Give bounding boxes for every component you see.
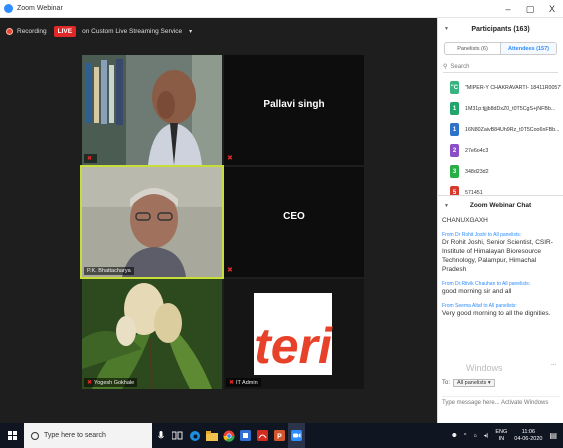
people-icon[interactable]: ⚉ [452,433,457,439]
to-label: To: [442,380,451,386]
system-tray: ⚉ ^ ⌂ ◂) ENG IN 11:06 04-06-2020 ▤ [452,423,563,448]
volume-icon[interactable]: ◂) [484,433,489,439]
microphone-icon[interactable] [152,423,169,448]
acrobat-icon[interactable] [254,423,271,448]
window-title: Zoom Webinar [17,5,63,12]
chevron-down-icon[interactable]: ▼ [444,203,449,209]
chat-message: From Dr.Ritvik Chauhan to All panelists:… [442,281,559,296]
attendee-row[interactable]: 5 571451 [438,182,563,195]
video-tile-active-speaker[interactable]: P.K. Bhattacharya [80,165,224,279]
avatar: 2 [450,144,459,157]
attendee-row[interactable]: 3 348d23d2 [438,161,563,182]
chat-message: From Dr Rohit Joshi to All panelists: Dr… [442,232,559,274]
chat-message-text: good morning sir and all [442,288,512,295]
chat-message-text: Very good morning to all the dignities. [442,310,551,317]
avatar: "C [450,81,459,94]
attendee-name: 16N80ZaivB84Uh9Rz_t0T5Coo6nFBb... [465,126,560,133]
search-icon [31,431,39,440]
close-button[interactable]: X [541,0,563,18]
live-badge: LIVE [53,25,77,37]
chat-recipient-bar: To: All panelists ▾ [442,379,495,387]
attendee-row[interactable]: 1 1M31p:tjjjb8dDxZ0_t0T5CgS+jNFBb... [438,98,563,119]
chevron-up-icon[interactable]: ^ [464,433,467,439]
video-tile-speaker[interactable]: ✖ [82,55,222,165]
participants-tabs: Panelists (6) Attendees (157) [444,42,557,55]
chat-message: From Seema Altaf to All panelists: Very … [442,303,559,318]
mic-muted-icon: ✖ [227,267,233,274]
recording-label: Recording [17,27,47,35]
video-tile-it-admin[interactable]: teri ✖ IT Admin [224,279,364,389]
participant-label: ✖ [84,154,98,163]
video-tile-ceo[interactable]: CEO ✖ [224,167,364,277]
recording-bar[interactable]: Recording LIVE on Custom Live Streaming … [6,24,192,38]
video-tile-yogesh-gokhale[interactable]: ✖ Yogesh Gokhale [82,279,222,389]
search-icon: ⚲ [443,64,448,70]
avatar: 3 [450,165,459,178]
network-icon[interactable]: ⌂ [473,433,476,439]
stream-label: on Custom Live Streaming Service [82,27,183,35]
chat-message-text: Dr Rohit Joshi, Senior Scientist, CSIR-I… [442,239,553,273]
task-view-icon[interactable] [169,423,186,448]
chevron-down-icon[interactable]: ▼ [444,26,449,32]
attendee-row[interactable]: 1 16N80ZaivB84Uh9Rz_t0T5Coo6nFBb... [438,119,563,140]
zoom-app-icon [4,4,13,13]
video-feed [82,55,222,165]
chrome-icon[interactable] [220,423,237,448]
mic-muted-icon: ✖ [87,156,93,162]
avatar: 1 [450,123,459,136]
attendee-name: 1M31p:tjjjb8dDxZ0_t0T5CgS+jNFBb... [465,105,556,112]
video-feed [82,167,222,277]
svg-text:teri: teri [254,318,333,374]
activate-windows-watermark: Windows [466,363,503,373]
chat-header: ▼ Zoom Webinar Chat [438,195,563,215]
chat-message-input[interactable]: Type message here... Activate Windows [442,396,560,406]
file-explorer-icon[interactable] [203,423,220,448]
participant-label: ✖ IT Admin [226,378,261,387]
notification-icon[interactable]: ▤ [549,431,557,440]
app-icon[interactable] [237,423,254,448]
recording-icon [6,27,13,35]
windows-logo-icon [7,431,17,440]
mic-muted-icon: ✖ [227,155,233,162]
minimize-button[interactable]: – [497,0,519,18]
mic-muted-icon: ✖ [229,380,235,386]
clock[interactable]: 11:06 04-06-2020 [514,429,542,443]
attendee-row[interactable]: "C "MIPER-Y CHAKRAVARTI- 18411R0057" [438,77,563,98]
avatar: 1 [450,102,459,115]
attendee-name: 348d23d2 [465,168,489,175]
video-feed [82,279,222,389]
attendee-row[interactable]: 2 27e6o4c3 [438,140,563,161]
video-tile-pallavi-singh[interactable]: Pallavi singh ✖ [224,55,364,165]
video-area: Recording LIVE on Custom Live Streaming … [0,18,437,423]
windows-taskbar: Type here to search P ⚉ ^ ⌂ ◂) ENG IN 11:… [0,423,563,448]
participant-name: Pallavi singh [263,99,325,110]
chat-messages: CHANUXGAXH From Dr Rohit Joshi to All pa… [438,217,563,318]
participant-name: CEO [283,211,305,222]
avatar: 5 [450,186,459,195]
participant-label: P.K. Bhattacharya [84,267,134,275]
teri-logo: teri [224,279,364,389]
tab-attendees[interactable]: Attendees (157) [500,43,556,54]
participant-label: ✖ Yogesh Gokhale [84,378,138,387]
recipient-select[interactable]: All panelists ▾ [453,379,495,387]
mic-muted-icon: ✖ [87,380,93,386]
chevron-down-icon[interactable]: ▾ [189,28,192,35]
attendee-list: "C "MIPER-Y CHAKRAVARTI- 18411R0057" 1 1M31… [438,77,563,195]
start-button[interactable] [0,423,24,448]
more-options-button[interactable]: ... [551,361,556,367]
zoom-taskbar-icon[interactable] [288,423,305,448]
attendee-name: "MIPER-Y CHAKRAVARTI- 18411R0057" [465,84,561,91]
tab-panelists[interactable]: Panelists (6) [445,43,500,54]
powerpoint-icon[interactable]: P [271,423,288,448]
taskbar-search-input[interactable]: Type here to search [24,423,152,448]
edge-browser-icon[interactable] [186,423,203,448]
attendee-name: 27e6o4c3 [465,147,489,154]
restore-button[interactable]: ▢ [519,0,541,18]
chat-message-text: CHANUXGAXH [442,217,488,224]
participant-search-input[interactable]: ⚲ Search [443,61,558,73]
participants-header: ▼ Participants (163) [444,25,530,33]
window-titlebar: Zoom Webinar – ▢ X [0,0,563,18]
language-indicator[interactable]: ENG IN [495,429,507,443]
svg-text:P: P [277,434,282,441]
